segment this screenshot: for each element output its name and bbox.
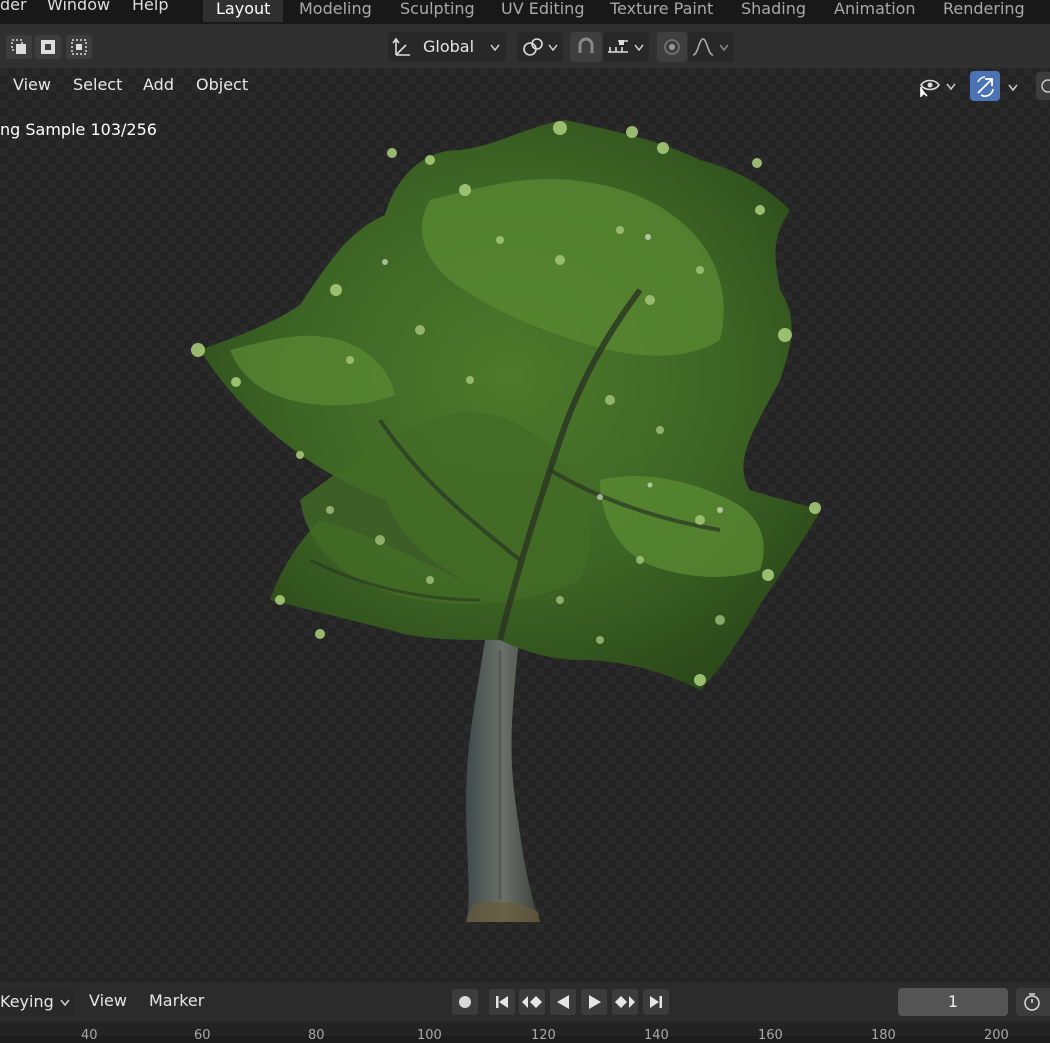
link-icon — [523, 38, 543, 56]
proportional-edit-toggle[interactable] — [657, 32, 687, 62]
select-subtract-icon — [41, 40, 55, 54]
jump-to-end-button[interactable] — [643, 989, 669, 1015]
select-intersect-button[interactable] — [66, 35, 92, 59]
falloff-curve-icon — [692, 38, 714, 56]
tab-shading[interactable]: Shading — [728, 0, 819, 22]
jump-to-keyframe-prev-button[interactable] — [519, 989, 545, 1015]
snap-toggle[interactable] — [570, 32, 602, 62]
play-reverse-icon — [557, 995, 569, 1009]
tab-uv-editing[interactable]: UV Editing — [488, 0, 597, 22]
play-reverse-button[interactable] — [550, 989, 576, 1015]
chevron-down-icon — [548, 44, 558, 52]
transform-axes-icon — [392, 37, 410, 56]
tab-animation[interactable]: Animation — [821, 0, 929, 22]
tab-sculpting[interactable]: Sculpting — [387, 0, 488, 22]
snap-increment-icon — [608, 40, 628, 53]
timeline-menu-view[interactable]: View — [89, 991, 127, 1010]
chevron-down-icon — [719, 44, 729, 52]
jump-start-icon — [496, 996, 508, 1008]
keyframe-jump-next-icon — [615, 996, 635, 1008]
jump-to-keyframe-next-button[interactable] — [612, 989, 638, 1015]
tab-rendering[interactable]: Rendering — [930, 0, 1038, 22]
current-frame-value: 1 — [947, 992, 959, 1011]
pivot-point-dropdown[interactable] — [517, 32, 563, 62]
chevron-down-icon — [490, 44, 500, 52]
timeline-editor: Keying View Marker 1 40 60 80 100 120 14… — [0, 978, 1050, 1043]
select-subtract-button[interactable] — [35, 35, 61, 59]
top-menu-bar: der Window Help Layout Modeling Sculptin… — [0, 0, 1050, 24]
play-icon — [589, 995, 601, 1009]
timeline-menu-marker[interactable]: Marker — [149, 991, 204, 1010]
tab-layout[interactable]: Layout — [203, 0, 284, 22]
chevron-down-icon — [634, 44, 644, 52]
tab-texture-paint[interactable]: Texture Paint — [597, 0, 726, 22]
snap-target-dropdown[interactable] — [603, 32, 649, 62]
select-extend-button[interactable] — [6, 35, 32, 59]
tree-render — [191, 120, 821, 922]
menu-help[interactable]: Help — [132, 0, 168, 14]
keying-dropdown[interactable]: Keying — [0, 988, 75, 1016]
magnet-icon — [578, 37, 594, 53]
playback-timer-button[interactable] — [1016, 988, 1050, 1016]
3d-viewport[interactable]: View Select Add Object ng Sample 103/256 — [0, 68, 1050, 978]
menu-render[interactable]: der — [0, 0, 27, 14]
auto-keying-button[interactable] — [452, 989, 478, 1015]
record-icon — [459, 996, 471, 1008]
menu-window[interactable]: Window — [47, 0, 110, 14]
current-frame-field[interactable]: 1 — [898, 988, 1008, 1016]
keying-label: Keying — [0, 992, 54, 1011]
stopwatch-icon — [1024, 993, 1040, 1011]
proportional-edit-icon — [664, 39, 680, 55]
play-button[interactable] — [581, 989, 607, 1015]
keyframe-jump-icon — [522, 996, 542, 1008]
proportional-falloff-dropdown[interactable] — [688, 32, 734, 62]
transform-orientation-dropdown[interactable]: Global — [388, 32, 506, 62]
select-intersect-icon — [71, 39, 87, 55]
tool-header: Global — [0, 24, 1050, 68]
transform-orientation-label: Global — [423, 37, 475, 56]
jump-to-start-button[interactable] — [489, 989, 515, 1015]
tab-modeling[interactable]: Modeling — [286, 0, 385, 22]
jump-end-icon — [650, 996, 662, 1008]
timeline-header: Keying View Marker 1 — [0, 982, 1050, 1022]
chevron-down-icon — [60, 999, 70, 1007]
select-extend-icon — [11, 39, 26, 54]
